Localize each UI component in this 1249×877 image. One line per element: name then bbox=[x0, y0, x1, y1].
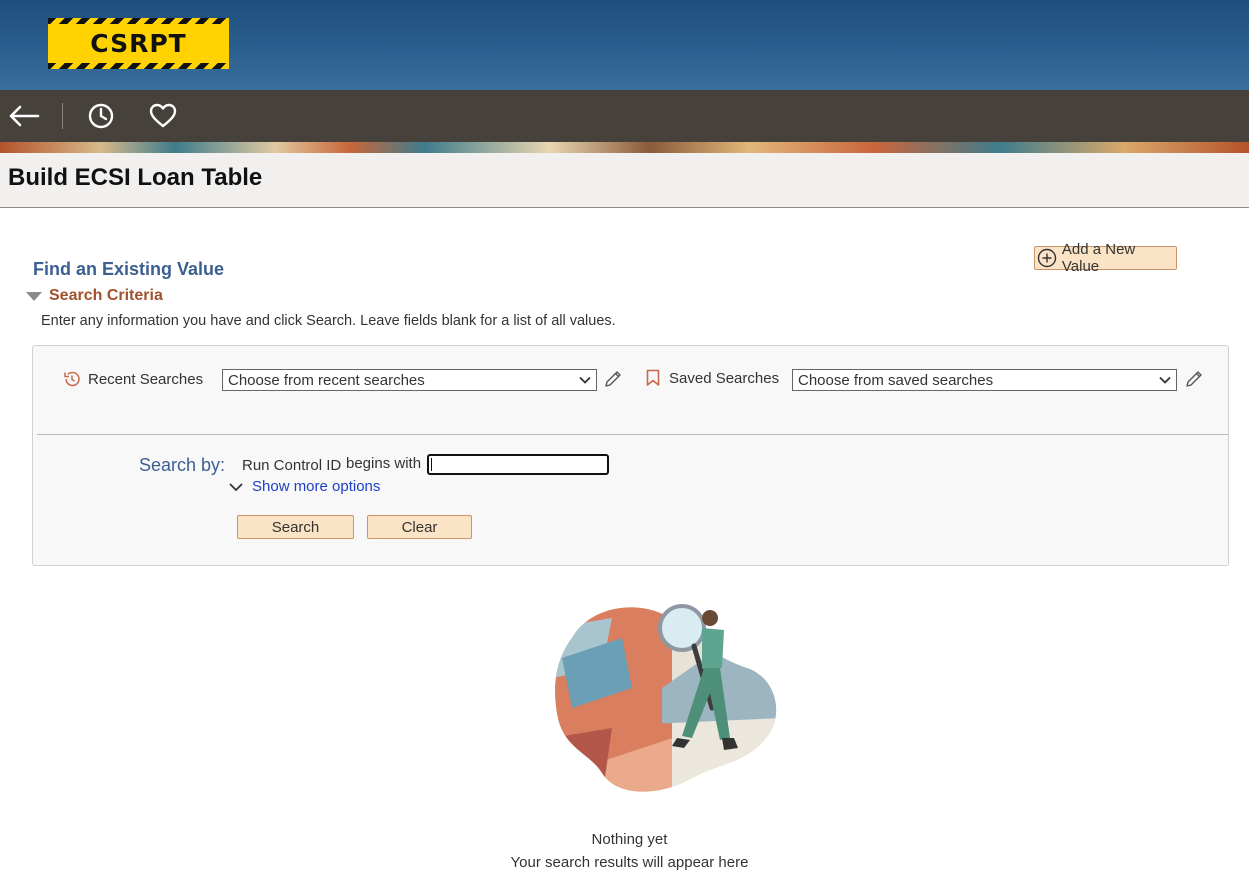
clock-icon bbox=[88, 103, 114, 129]
edit-recent-searches-pencil-icon[interactable] bbox=[603, 369, 623, 389]
search-criteria-label: Search Criteria bbox=[49, 287, 163, 304]
search-instructions: Enter any information you have and click… bbox=[41, 313, 616, 329]
logo-text: CSRPT bbox=[90, 29, 187, 58]
back-button[interactable] bbox=[8, 100, 40, 132]
recent-searches-label: Recent Searches bbox=[88, 370, 204, 388]
nav-divider bbox=[62, 103, 63, 129]
plus-circle-icon bbox=[1036, 247, 1058, 269]
decorative-art-strip bbox=[0, 142, 1249, 153]
recent-searches-dropdown[interactable]: Choose from recent searches bbox=[222, 369, 597, 391]
saved-searches-label-group: Saved Searches bbox=[645, 369, 779, 387]
empty-state-subtitle: Your search results will appear here bbox=[510, 854, 749, 871]
add-new-value-label: Add a New Value bbox=[1061, 241, 1136, 275]
collapse-triangle-icon bbox=[26, 291, 42, 301]
saved-searches-placeholder: Choose from saved searches bbox=[798, 371, 994, 389]
header-banner: CSRPT bbox=[0, 0, 1249, 90]
chevron-down-icon bbox=[1159, 376, 1171, 384]
search-by-label: Search by: bbox=[139, 455, 226, 475]
edit-saved-searches-pencil-icon[interactable] bbox=[1184, 369, 1204, 389]
begins-with-operator: begins with bbox=[346, 455, 422, 472]
page-title-bar: Build ECSI Loan Table bbox=[0, 153, 1249, 208]
saved-searches-dropdown[interactable]: Choose from saved searches bbox=[792, 369, 1177, 391]
recently-visited-button[interactable] bbox=[85, 100, 117, 132]
clear-button[interactable]: Clear bbox=[367, 515, 472, 539]
chevron-down-icon bbox=[579, 376, 591, 384]
search-criteria-toggle[interactable]: Search Criteria bbox=[26, 287, 163, 305]
favorites-button[interactable] bbox=[147, 100, 179, 132]
page-title: Build ECSI Loan Table bbox=[8, 164, 263, 191]
environment-logo: CSRPT bbox=[48, 18, 229, 69]
arrow-left-icon bbox=[9, 105, 40, 127]
navigation-bar bbox=[0, 90, 1249, 142]
panel-divider bbox=[37, 434, 1228, 435]
add-new-value-button[interactable]: Add a New Value bbox=[1034, 241, 1177, 275]
saved-searches-label: Saved Searches bbox=[669, 369, 780, 387]
find-existing-value-heading: Find an Existing Value bbox=[33, 259, 225, 279]
show-more-options-link[interactable]: Show more options bbox=[228, 478, 380, 495]
empty-search-illustration bbox=[555, 604, 777, 792]
run-control-id-input[interactable] bbox=[427, 454, 609, 475]
recent-searches-label-group: Recent Searches bbox=[62, 369, 203, 389]
run-control-id-label: Run Control ID bbox=[242, 457, 342, 474]
bookmark-icon bbox=[646, 369, 660, 386]
empty-state-title: Nothing yet bbox=[591, 831, 668, 848]
show-more-options-label: Show more options bbox=[252, 478, 381, 495]
search-button[interactable]: Search bbox=[237, 515, 354, 539]
search-panel: Recent Searches Choose from recent searc… bbox=[32, 345, 1229, 566]
heart-icon bbox=[149, 103, 177, 128]
chevron-down-icon bbox=[229, 482, 243, 491]
recent-searches-placeholder: Choose from recent searches bbox=[228, 371, 425, 389]
history-icon bbox=[64, 371, 80, 387]
